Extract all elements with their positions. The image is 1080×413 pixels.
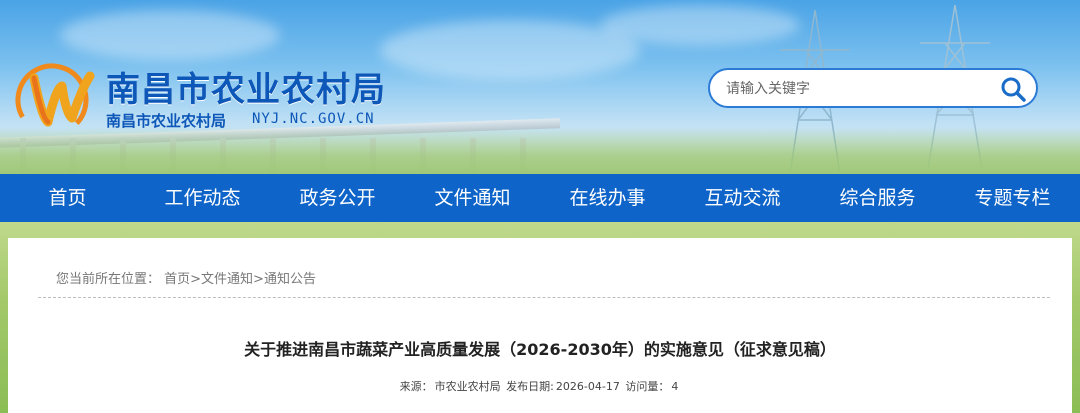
breadcrumb: 您当前所在位置： 首页>文件通知>通知公告 (56, 268, 316, 287)
search-input[interactable] (726, 78, 988, 100)
nav-item-services[interactable]: 综合服务 (810, 174, 945, 222)
nav-item-interaction[interactable]: 互动交流 (675, 174, 810, 222)
nav-item-gov-affairs[interactable]: 政务公开 (270, 174, 405, 222)
breadcrumb-prefix: 您当前所在位置： (56, 272, 161, 287)
breadcrumb-path[interactable]: 首页>文件通知>通知公告 (164, 272, 316, 287)
nav-item-topics[interactable]: 专题专栏 (945, 174, 1080, 222)
date-value: 2026-04-17 (555, 380, 620, 393)
nav-item-online-service[interactable]: 在线办事 (540, 174, 675, 222)
source-label: 来源： (399, 380, 433, 393)
date-label: 发布日期: (506, 380, 554, 393)
source-value: 市农业农村局 (434, 380, 501, 393)
main-nav: 首页 工作动态 政务公开 文件通知 在线办事 互动交流 综合服务 专题专栏 (0, 174, 1080, 222)
nav-item-home[interactable]: 首页 (0, 174, 135, 222)
content-panel: 您当前所在位置： 首页>文件通知>通知公告 关于推进南昌市蔬菜产业高质量发展（2… (8, 238, 1072, 413)
article-meta: 来源： 市农业农村局 发布日期: 2026-04-17 访问量： 4 (8, 378, 1072, 394)
nav-item-work-news[interactable]: 工作动态 (135, 174, 270, 222)
search-box[interactable] (708, 68, 1038, 108)
views-label: 访问量： (625, 380, 670, 393)
views-value: 4 (671, 380, 679, 393)
nav-item-notices[interactable]: 文件通知 (405, 174, 540, 222)
site-title[interactable]: 南昌市农业农村局 (106, 62, 386, 111)
search-icon[interactable] (1000, 76, 1026, 102)
nc-agri-logo-icon (12, 58, 98, 138)
divider (38, 297, 1050, 298)
header-banner: 南昌市农业农村局 南昌市农业农村局 NYJ.NC.GOV.CN (0, 0, 1080, 174)
article-title: 关于推进南昌市蔬菜产业高质量发展（2026-2030年）的实施意见（征求意见稿） (244, 340, 836, 359)
site-url: NYJ.NC.GOV.CN (252, 111, 375, 127)
site-subtitle: 南昌市农业农村局 (106, 112, 227, 130)
field-horizon (0, 128, 1080, 174)
